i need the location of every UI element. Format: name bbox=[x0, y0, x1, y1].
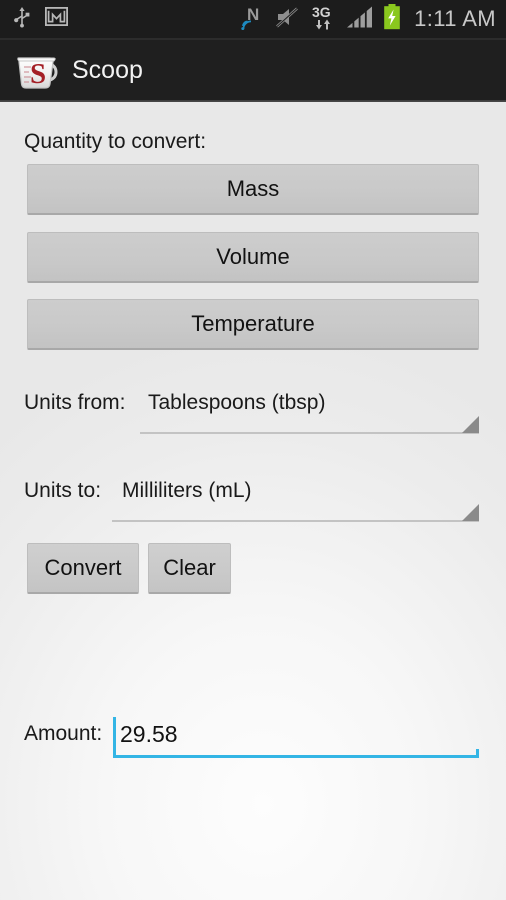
temperature-button[interactable]: Temperature bbox=[27, 299, 479, 350]
units-from-underline[interactable] bbox=[140, 432, 479, 434]
clear-button[interactable]: Clear bbox=[148, 543, 231, 594]
amount-input[interactable]: 29.58 bbox=[113, 714, 479, 760]
units-to-underline[interactable] bbox=[112, 520, 479, 522]
volume-button[interactable]: Volume bbox=[27, 232, 479, 283]
battery-charging-icon bbox=[383, 3, 401, 35]
amount-label: Amount: bbox=[24, 722, 103, 745]
app-root: N 3G 1:11 AM S Scoop Quantity to convert… bbox=[0, 0, 506, 900]
status-bar-left-icons bbox=[12, 6, 69, 33]
units-from-value[interactable]: Tablespoons (tbsp) bbox=[148, 391, 325, 415]
status-bar-right-icons: N 3G 1:11 AM bbox=[241, 3, 496, 36]
mass-button[interactable]: Mass bbox=[27, 164, 479, 215]
status-bar: N 3G 1:11 AM bbox=[0, 0, 506, 38]
signal-bars-icon bbox=[346, 5, 374, 34]
main-content: Quantity to convert: Mass Volume Tempera… bbox=[0, 102, 506, 900]
amount-underline bbox=[113, 749, 479, 758]
amount-value: 29.58 bbox=[120, 721, 178, 747]
network-3g-icon: 3G bbox=[311, 3, 337, 36]
nfc-icon: N bbox=[241, 4, 267, 35]
status-bar-clock: 1:11 AM bbox=[414, 6, 496, 31]
mute-icon bbox=[276, 6, 302, 33]
units-to-value[interactable]: Milliliters (mL) bbox=[122, 479, 252, 503]
convert-button[interactable]: Convert bbox=[27, 543, 139, 594]
svg-text:3G: 3G bbox=[312, 4, 331, 20]
units-from-label: Units from: bbox=[24, 391, 126, 414]
app-title: Scoop bbox=[72, 55, 143, 84]
action-bar: S Scoop bbox=[0, 40, 506, 100]
gmail-icon bbox=[44, 6, 69, 31]
units-from-dropdown-arrow-icon[interactable] bbox=[462, 416, 479, 433]
text-caret bbox=[113, 717, 116, 751]
units-to-row: Units to: Milliliters (mL) bbox=[0, 479, 506, 529]
quantity-section-label: Quantity to convert: bbox=[24, 130, 207, 153]
svg-text:S: S bbox=[30, 58, 46, 90]
units-to-label: Units to: bbox=[24, 479, 102, 502]
usb-icon bbox=[12, 6, 32, 33]
measuring-cup-icon: S bbox=[14, 48, 60, 92]
units-from-row: Units from: Tablespoons (tbsp) bbox=[0, 391, 506, 441]
units-to-dropdown-arrow-icon[interactable] bbox=[462, 504, 479, 521]
